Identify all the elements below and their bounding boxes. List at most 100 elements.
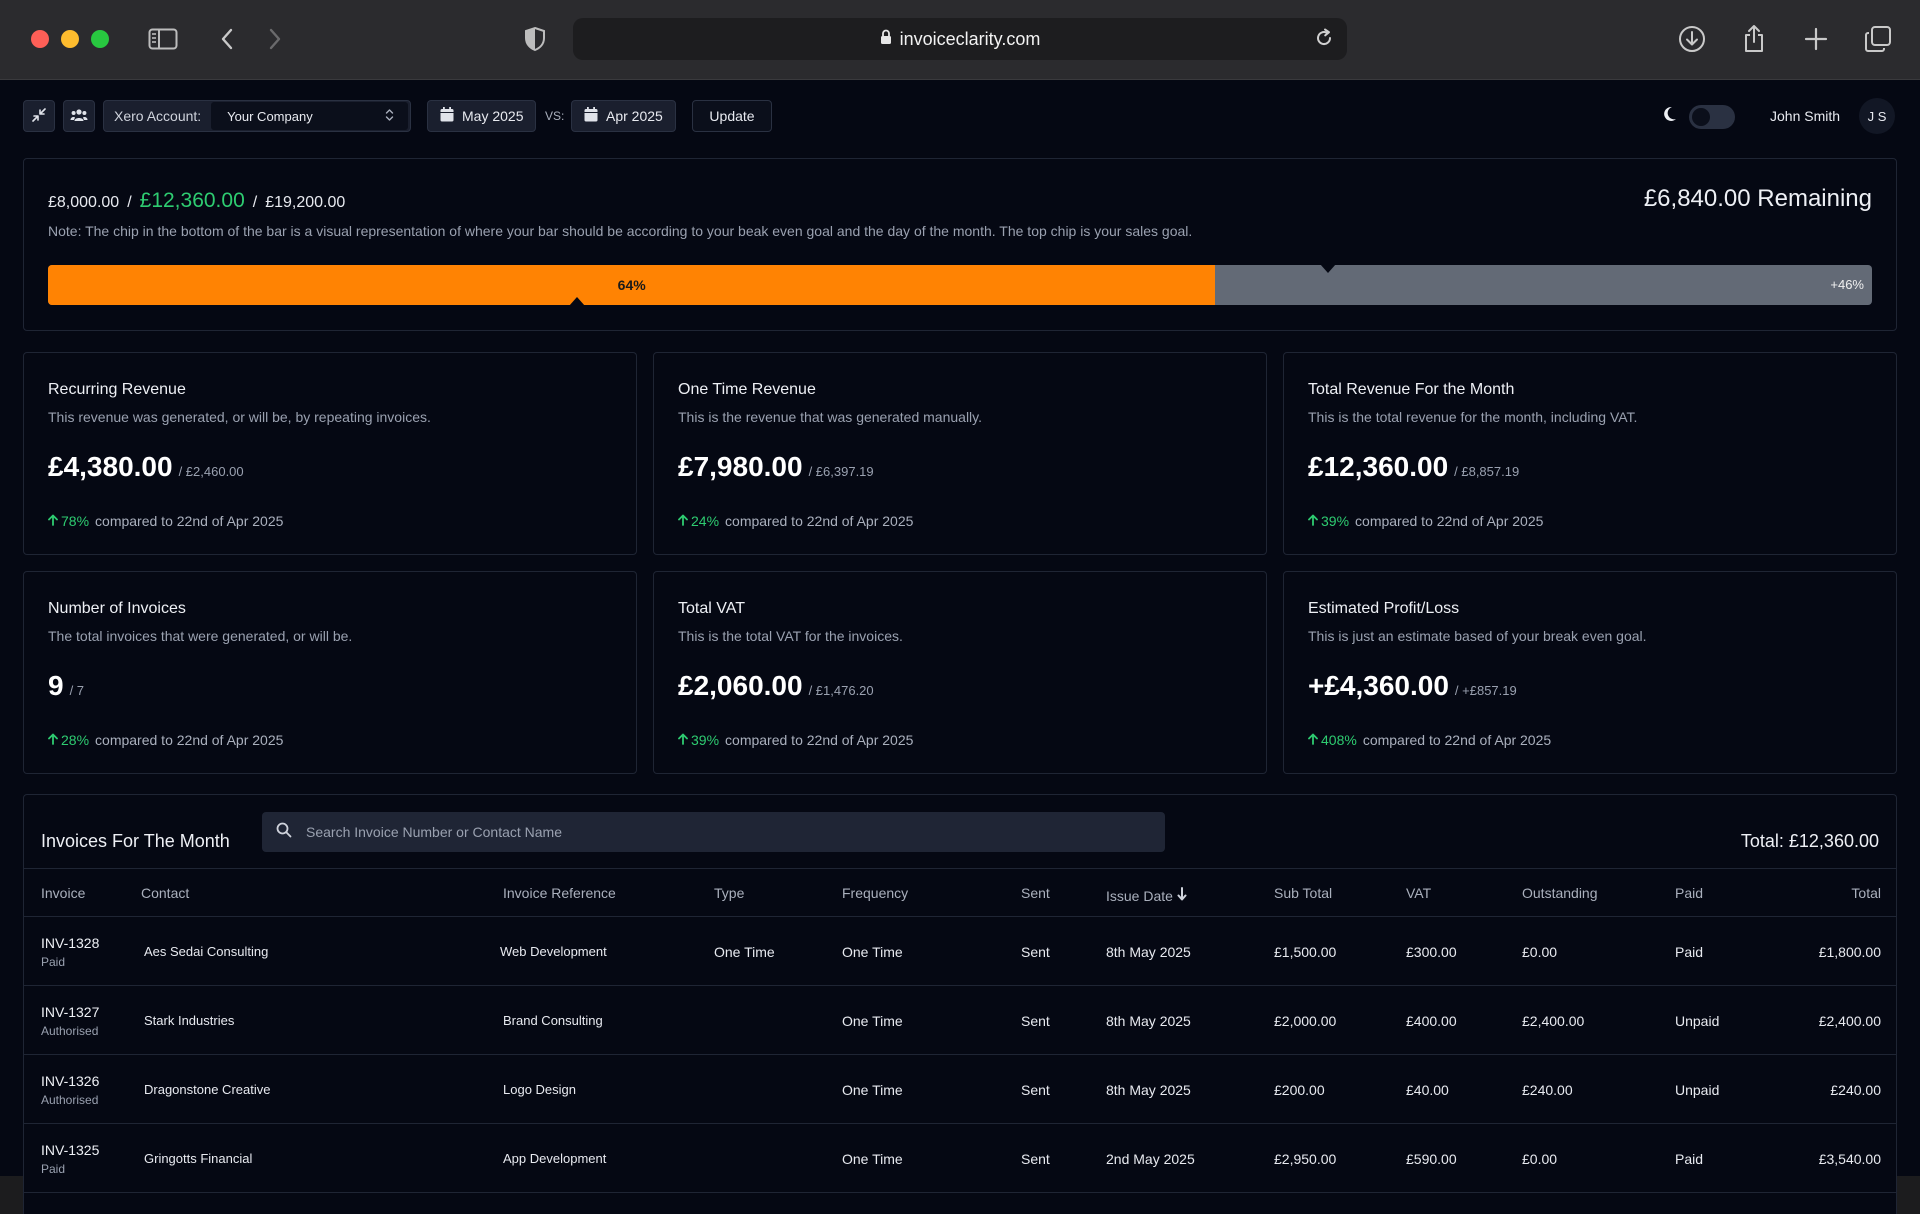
sales-goal-chip	[1320, 264, 1337, 273]
new-tab-icon[interactable]	[1799, 22, 1833, 56]
invoice-frequency: One Time	[842, 1082, 903, 1098]
column-reference[interactable]: Invoice Reference	[503, 885, 616, 901]
table-row[interactable]: INV-1325 Paid Gringotts Financial App De…	[24, 1124, 1896, 1193]
privacy-shield-icon[interactable]	[518, 22, 552, 56]
column-contact[interactable]: Contact	[141, 885, 189, 901]
column-paid[interactable]: Paid	[1675, 885, 1703, 901]
arrow-up-icon	[1308, 732, 1318, 748]
column-type[interactable]: Type	[714, 885, 744, 901]
vat-amount: £400.00	[1406, 1013, 1457, 1029]
card-previous-value: / +£857.19	[1454, 683, 1517, 698]
goal-figures: £8,000.00 / £12,360.00 / £19,200.00	[48, 189, 345, 213]
over-goal-percentage: +46%	[1830, 277, 1864, 292]
column-total[interactable]: Total	[1851, 885, 1881, 901]
address-bar[interactable]: invoiceclarity.com	[573, 18, 1347, 60]
column-sub-total[interactable]: Sub Total	[1274, 885, 1332, 901]
search-input[interactable]	[306, 824, 1106, 840]
column-issue-date[interactable]: Issue Date	[1106, 887, 1187, 904]
account-select[interactable]: Your Company	[211, 102, 408, 130]
invoices-title: Invoices For The Month	[41, 831, 230, 851]
sent-status: Sent	[1021, 1013, 1050, 1029]
users-icon	[70, 108, 88, 125]
calendar-icon	[584, 107, 598, 125]
browser-chrome: invoiceclarity.com	[0, 0, 1920, 80]
card-previous-value: / £6,397.19	[808, 464, 874, 479]
app-root: Xero Account: Your Company May 2025 VS: …	[0, 80, 1920, 1214]
close-window-button[interactable]	[31, 30, 49, 48]
card-previous-value: / £2,460.00	[178, 464, 244, 479]
reload-icon[interactable]	[1313, 27, 1335, 54]
back-icon[interactable]	[210, 22, 244, 56]
collapse-button[interactable]	[23, 100, 55, 132]
invoice-number[interactable]: INV-1325	[41, 1142, 99, 1158]
card-title: Recurring Revenue	[48, 381, 186, 398]
maximize-window-button[interactable]	[91, 30, 109, 48]
table-row[interactable]: INV-1327 Authorised Stark Industries Bra…	[24, 986, 1896, 1055]
vat-amount: £590.00	[1406, 1151, 1457, 1167]
invoice-number[interactable]: INV-1326	[41, 1073, 99, 1089]
vat-amount: £300.00	[1406, 944, 1457, 960]
sidebar-toggle-icon[interactable]	[146, 22, 180, 56]
sent-status: Sent	[1021, 1151, 1050, 1167]
tab-overview-icon[interactable]	[1861, 22, 1895, 56]
invoice-search	[262, 812, 1165, 852]
sent-status: Sent	[1021, 1082, 1050, 1098]
vs-label: VS:	[545, 109, 565, 123]
arrow-up-icon	[678, 513, 688, 529]
paid-status: Paid	[1675, 1151, 1704, 1167]
table-header: Invoice Contact Invoice Reference Type F…	[24, 868, 1896, 917]
card-title: Total VAT	[678, 600, 745, 617]
minimize-window-button[interactable]	[61, 30, 79, 48]
compare-month-label: Apr 2025	[606, 108, 663, 124]
outstanding-amount: £0.00	[1522, 944, 1558, 960]
invoice-frequency: One Time	[842, 944, 903, 960]
column-outstanding[interactable]: Outstanding	[1522, 885, 1598, 901]
separator: /	[252, 194, 258, 211]
profit-loss-card: Estimated Profit/Loss This is just an es…	[1283, 571, 1897, 774]
paid-status: Unpaid	[1675, 1013, 1720, 1029]
invoices-total: Total: £12,360.00	[1740, 831, 1879, 851]
paid-status: Paid	[1675, 944, 1704, 960]
card-title: One Time Revenue	[678, 381, 816, 398]
goal-note: Note: The chip in the bottom of the bar …	[48, 223, 1193, 239]
issue-date: 8th May 2025	[1106, 944, 1191, 960]
card-description: The total invoices that were generated, …	[48, 628, 353, 644]
card-title: Number of Invoices	[48, 600, 186, 617]
current-month-picker[interactable]: May 2025	[427, 100, 537, 132]
table-row[interactable]: INV-1328 Paid Aes Sedai Consulting Web D…	[24, 917, 1896, 986]
contact-name: Dragonstone Creative	[144, 1082, 271, 1097]
column-sent[interactable]: Sent	[1021, 885, 1050, 901]
team-button[interactable]	[63, 100, 95, 132]
outstanding-amount: £2,400.00	[1522, 1013, 1585, 1029]
user-name: John Smith	[1770, 108, 1841, 124]
current-revenue-amount: £12,360.00	[139, 189, 245, 212]
column-vat[interactable]: VAT	[1406, 885, 1431, 901]
compare-month-picker[interactable]: Apr 2025	[571, 100, 676, 132]
total-vat-card: Total VAT This is the total VAT for the …	[653, 571, 1267, 774]
dark-mode-toggle[interactable]	[1689, 105, 1735, 129]
table-row[interactable]: INV-1326 Authorised Dragonstone Creative…	[24, 1055, 1896, 1124]
card-previous-value: / £8,857.19	[1454, 464, 1520, 479]
column-invoice[interactable]: Invoice	[41, 885, 85, 901]
invoice-number[interactable]: INV-1327	[41, 1004, 99, 1020]
column-frequency[interactable]: Frequency	[842, 885, 908, 901]
invoice-number[interactable]: INV-1328	[41, 935, 99, 951]
invoices-panel: Invoices For The Month Total: £12,360.00…	[23, 794, 1897, 1214]
share-icon[interactable]	[1737, 22, 1771, 56]
comparison-text: compared to 22nd of Apr 2025	[1362, 732, 1552, 748]
update-button[interactable]: Update	[692, 100, 772, 132]
sub-total: £2,950.00	[1274, 1151, 1337, 1167]
comparison-text: compared to 22nd of Apr 2025	[725, 732, 914, 748]
sales-goal-amount: £19,200.00	[265, 194, 346, 211]
avatar[interactable]: J S	[1859, 98, 1895, 134]
card-value: £2,060.00	[678, 670, 803, 701]
column-issue-date-label: Issue Date	[1106, 887, 1173, 904]
comparison-text: compared to 22nd of Apr 2025	[95, 732, 284, 748]
comparison-text: compared to 22nd of Apr 2025	[725, 513, 914, 529]
forward-icon[interactable]	[258, 22, 292, 56]
total-amount: £3,540.00	[1818, 1151, 1881, 1167]
downloads-icon[interactable]	[1675, 22, 1709, 56]
recurring-revenue-card: Recurring Revenue This revenue was gener…	[23, 352, 637, 555]
xero-account-label: Xero Account:	[114, 108, 202, 124]
invoice-frequency: One Time	[842, 1013, 903, 1029]
